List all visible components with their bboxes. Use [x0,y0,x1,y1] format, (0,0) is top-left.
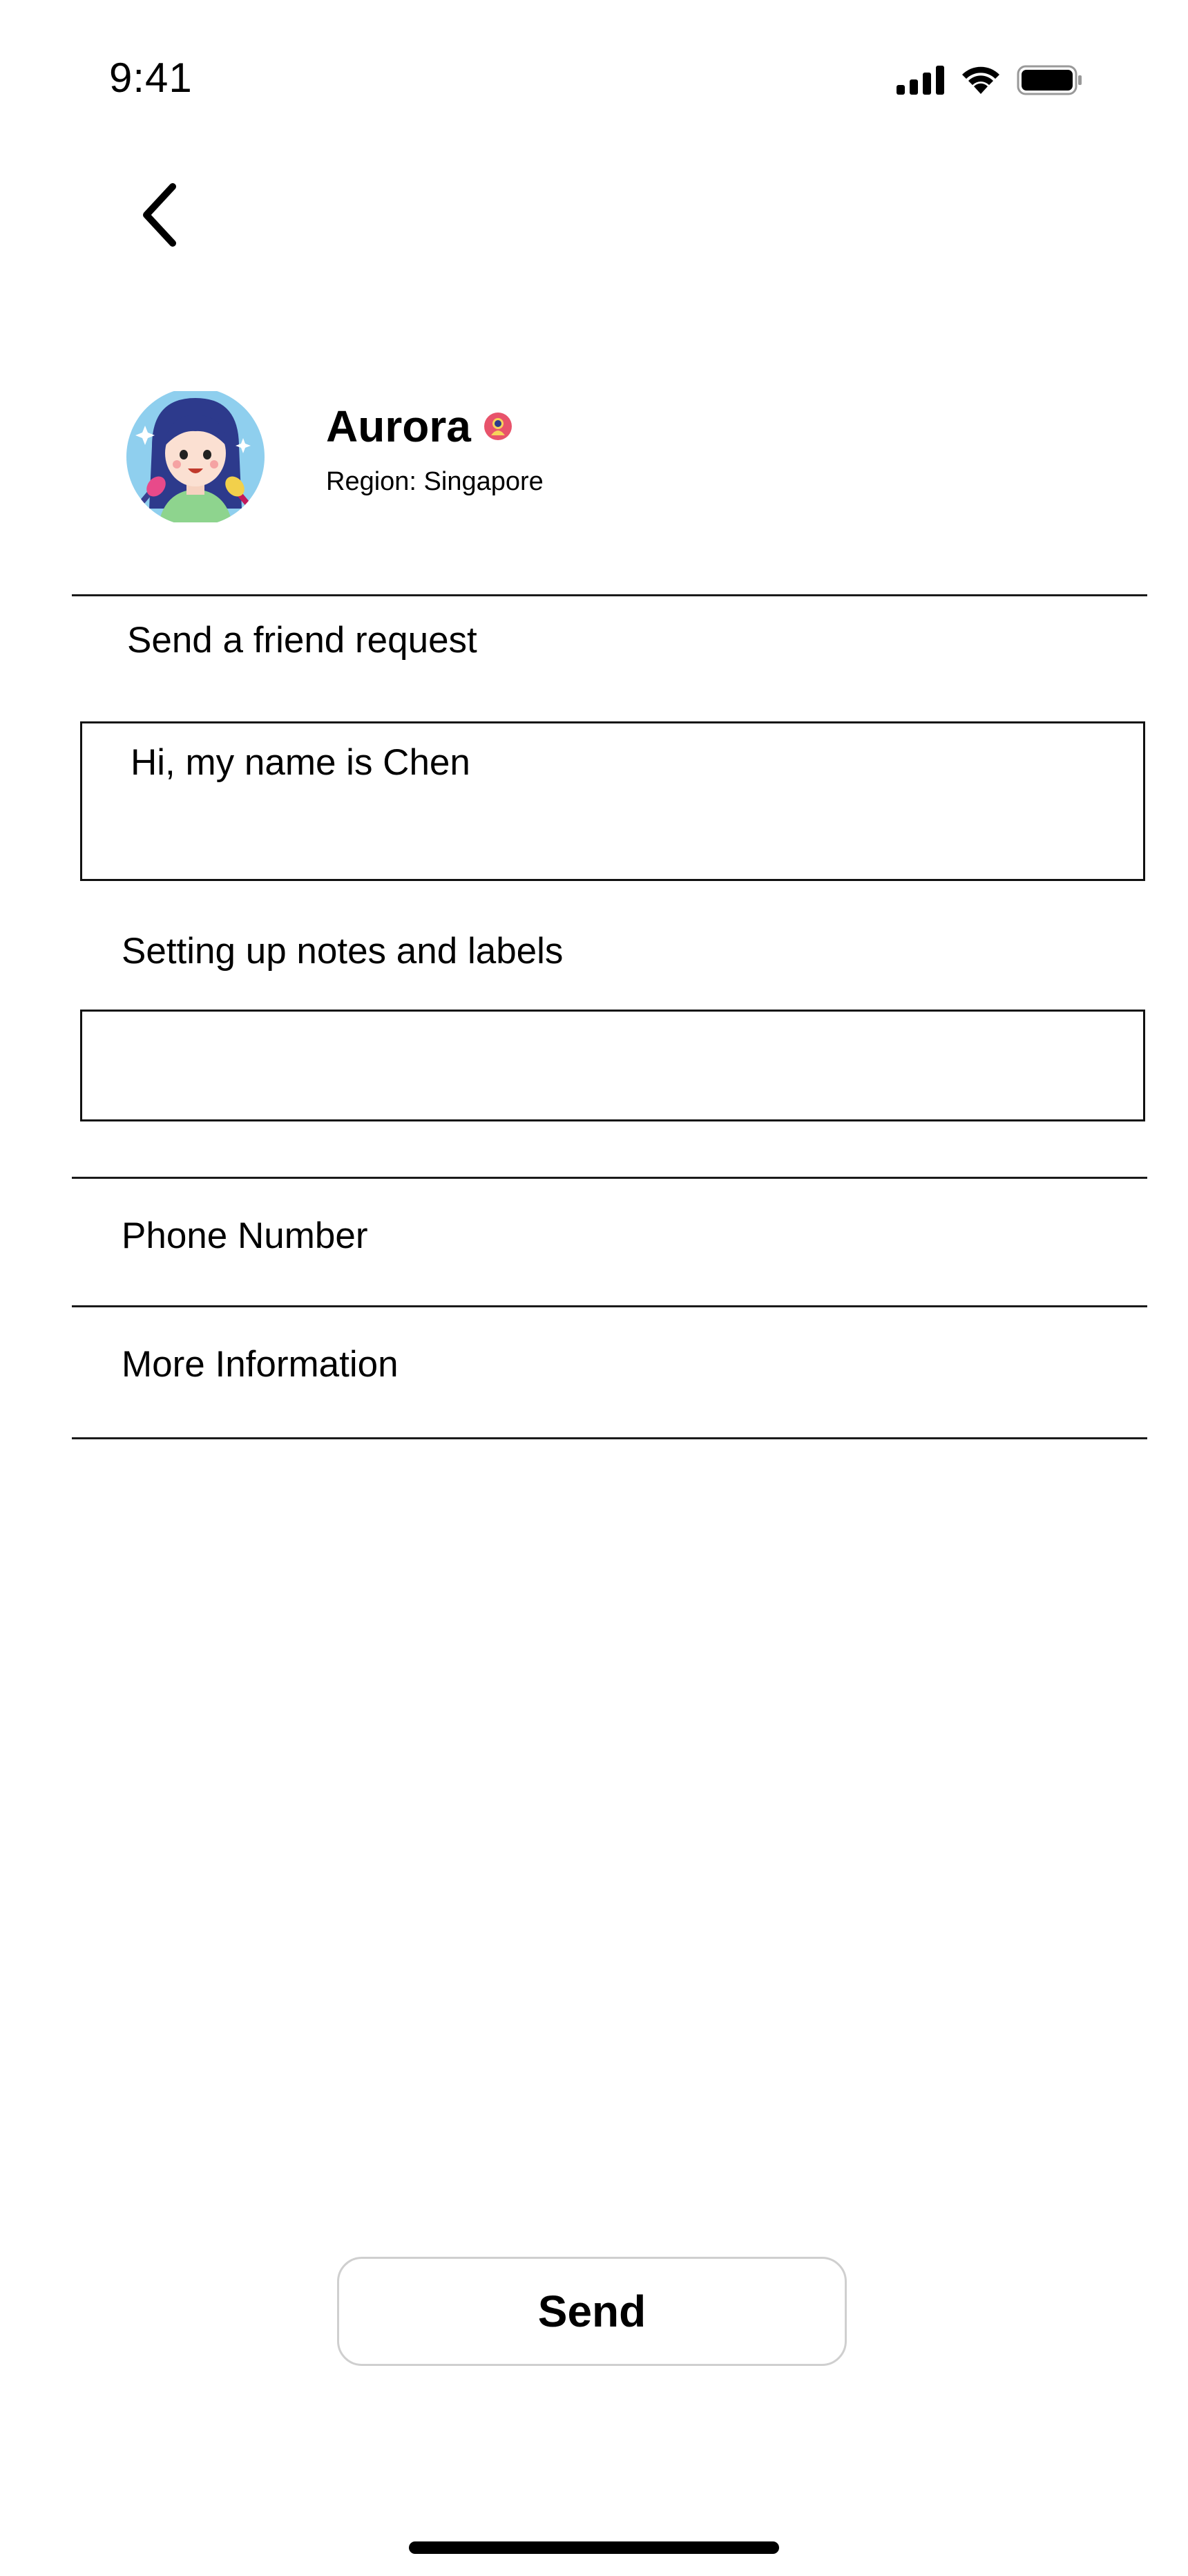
wifi-icon [962,66,999,94]
send-button[interactable]: Send [337,2257,847,2366]
profile-name-text: Aurora [326,401,471,451]
profile-name: Aurora [326,401,512,452]
phone-number-label: Phone Number [122,1215,368,1256]
back-button[interactable] [131,177,186,253]
friend-request-message-text: Hi, my name is Chen [131,742,470,783]
more-information-label: More Information [122,1344,399,1385]
more-information-row[interactable]: More Information [72,1307,1147,1437]
notes-input[interactable] [80,1010,1145,1121]
female-gender-badge-icon [483,413,512,440]
signal-icon [897,66,944,95]
friend-request-message-input[interactable]: Hi, my name is Chen [80,721,1145,881]
home-indicator [409,2541,779,2554]
profile-region: Region: Singapore [326,467,544,496]
status-time: 9:41 [109,55,193,101]
status-icons [897,65,1083,95]
phone-number-row[interactable]: Phone Number [72,1179,1147,1306]
battery-icon [1017,65,1082,95]
friend-request-label: Send a friend request [127,620,477,661]
avatar [124,391,267,522]
divider [72,594,1147,596]
divider [72,1437,1147,1439]
notes-label: Setting up notes and labels [122,931,564,972]
chevron-left-icon [143,183,176,247]
